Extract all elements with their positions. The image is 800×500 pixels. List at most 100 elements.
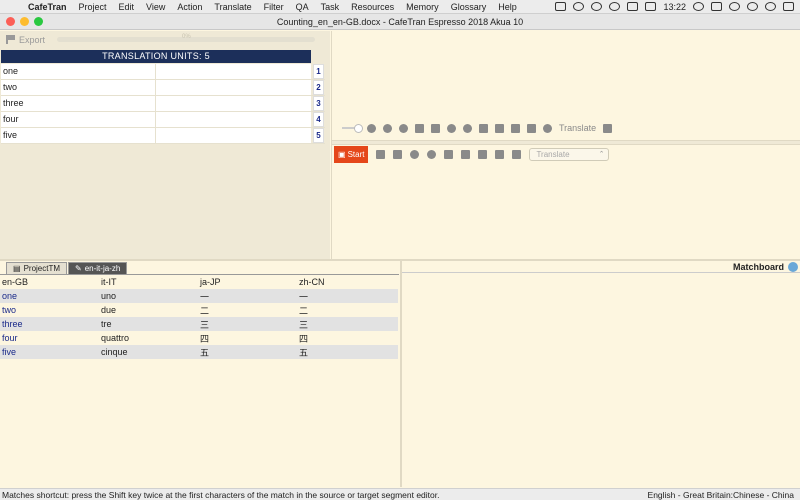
- segment-number[interactable]: 2: [313, 80, 324, 95]
- column-header[interactable]: en-GB: [0, 277, 99, 287]
- prev-segment-icon[interactable]: [376, 150, 386, 159]
- table-row[interactable]: two 2: [1, 80, 325, 96]
- table-row[interactable]: one uno 一 一: [0, 289, 398, 303]
- table-cell: due: [101, 305, 117, 315]
- menu-qa[interactable]: QA: [290, 2, 315, 12]
- tab-projecttm[interactable]: ▤ ProjectTM: [6, 262, 68, 274]
- glossary-icon[interactable]: [427, 150, 437, 159]
- menu-glossary[interactable]: Glossary: [445, 2, 493, 12]
- redo-icon[interactable]: [463, 123, 472, 133]
- browser-icon[interactable]: [591, 2, 603, 11]
- column-header[interactable]: ja-JP: [198, 277, 297, 287]
- pilcrow-icon[interactable]: [527, 123, 536, 133]
- source-cell[interactable]: four: [1, 112, 156, 127]
- target-cell[interactable]: [156, 112, 311, 127]
- wifi-icon[interactable]: [609, 2, 621, 11]
- menu-translate[interactable]: Translate: [208, 2, 257, 12]
- zoom-button[interactable]: [34, 17, 43, 26]
- info-icon[interactable]: [729, 2, 740, 11]
- source-cell[interactable]: one: [1, 64, 156, 79]
- close-button[interactable]: [6, 17, 15, 26]
- segment-number[interactable]: 5: [313, 128, 324, 143]
- translate-icon[interactable]: [543, 123, 552, 133]
- target-cell[interactable]: [156, 96, 311, 111]
- down-arrow-icon[interactable]: [444, 150, 454, 159]
- translate-button[interactable]: Translate: [559, 123, 596, 133]
- table-row[interactable]: four 4: [1, 112, 325, 128]
- binoculars-icon[interactable]: [367, 123, 376, 133]
- globe-icon[interactable]: [788, 262, 798, 272]
- start-label: Start: [347, 150, 365, 159]
- table-row[interactable]: four quattro 四 四: [0, 331, 398, 345]
- split-icon[interactable]: [415, 123, 424, 133]
- target-cell[interactable]: [156, 80, 311, 95]
- source-cell[interactable]: two: [1, 80, 156, 95]
- menu-memory[interactable]: Memory: [400, 2, 445, 12]
- block-icon[interactable]: [512, 150, 522, 159]
- notification-icon[interactable]: [783, 2, 794, 11]
- menu-resources[interactable]: Resources: [345, 2, 400, 12]
- cut-icon[interactable]: [479, 123, 488, 133]
- table-cell: 四: [299, 333, 309, 344]
- paste-icon[interactable]: [511, 123, 520, 133]
- menu-edit[interactable]: Edit: [113, 2, 141, 12]
- user-icon[interactable]: [765, 2, 776, 11]
- merge-icon[interactable]: [431, 123, 440, 133]
- menu-view[interactable]: View: [140, 2, 171, 12]
- dropbox-icon[interactable]: [627, 2, 639, 11]
- table-row[interactable]: two due 二 二: [0, 303, 398, 317]
- table-cell: 四: [200, 333, 210, 344]
- start-button[interactable]: ▣ Start: [334, 146, 369, 163]
- search-icon[interactable]: [573, 2, 585, 11]
- menu-action[interactable]: Action: [171, 2, 208, 12]
- tab-label: ProjectTM: [23, 264, 61, 273]
- next-segment-icon[interactable]: [393, 150, 403, 159]
- fragment-icon[interactable]: [410, 150, 420, 159]
- table-row[interactable]: three tre 三 三: [0, 317, 398, 331]
- copy-icon[interactable]: [495, 123, 504, 133]
- zoom-in-icon[interactable]: [383, 123, 392, 133]
- table-row[interactable]: three 3: [1, 96, 325, 112]
- language-pair[interactable]: English - Great Britain:Chinese - China: [648, 490, 798, 500]
- segment-number[interactable]: 1: [313, 64, 324, 79]
- translate-dropdown[interactable]: Translate: [529, 148, 610, 161]
- flag-icon[interactable]: [6, 35, 15, 44]
- source-cell[interactable]: five: [1, 128, 156, 143]
- zoom-out-icon[interactable]: [399, 123, 408, 133]
- segment-editor-pane[interactable]: Translate ▣ Start Translate: [331, 31, 800, 259]
- segment-number[interactable]: 3: [313, 96, 324, 111]
- table-cell: five: [2, 347, 17, 357]
- column-header[interactable]: zh-CN: [297, 277, 396, 287]
- export-button[interactable]: Export: [19, 35, 45, 45]
- tab-en-it-ja-zh[interactable]: ✎ en-it-ja-zh: [68, 262, 128, 274]
- sync-icon[interactable]: [747, 2, 758, 11]
- undo-icon[interactable]: [447, 123, 456, 133]
- font-size-slider[interactable]: [342, 124, 363, 133]
- menu-project[interactable]: Project: [73, 2, 113, 12]
- target-cell[interactable]: [156, 128, 311, 143]
- display-icon[interactable]: [555, 2, 567, 11]
- minimize-button[interactable]: [20, 17, 29, 26]
- target-cell[interactable]: [156, 64, 311, 79]
- source-cell[interactable]: three: [1, 96, 156, 111]
- time-machine-icon[interactable]: [693, 2, 704, 11]
- arrow-up-icon[interactable]: [603, 123, 613, 133]
- edit-icon[interactable]: [495, 150, 505, 159]
- battery-icon[interactable]: [645, 2, 657, 11]
- clock[interactable]: 13:22: [663, 2, 686, 12]
- swap-icon[interactable]: [461, 150, 471, 159]
- menu-help[interactable]: Help: [492, 2, 523, 12]
- segment-number[interactable]: 4: [313, 112, 324, 127]
- table-row[interactable]: five 5: [1, 128, 325, 144]
- table-row[interactable]: five cinque 五 五: [0, 345, 398, 359]
- menu-task[interactable]: Task: [315, 2, 346, 12]
- comment-icon[interactable]: [478, 150, 488, 159]
- column-header[interactable]: it-IT: [99, 277, 198, 287]
- table-row[interactable]: one 1: [1, 64, 325, 80]
- menu-filter[interactable]: Filter: [258, 2, 290, 12]
- statusbar: Matches shortcut: press the Shift key tw…: [0, 488, 800, 500]
- editor-divider[interactable]: [332, 140, 800, 145]
- table-cell: uno: [101, 291, 117, 301]
- app-status-icon[interactable]: [711, 2, 722, 11]
- menu-app[interactable]: CafeTran: [22, 2, 73, 12]
